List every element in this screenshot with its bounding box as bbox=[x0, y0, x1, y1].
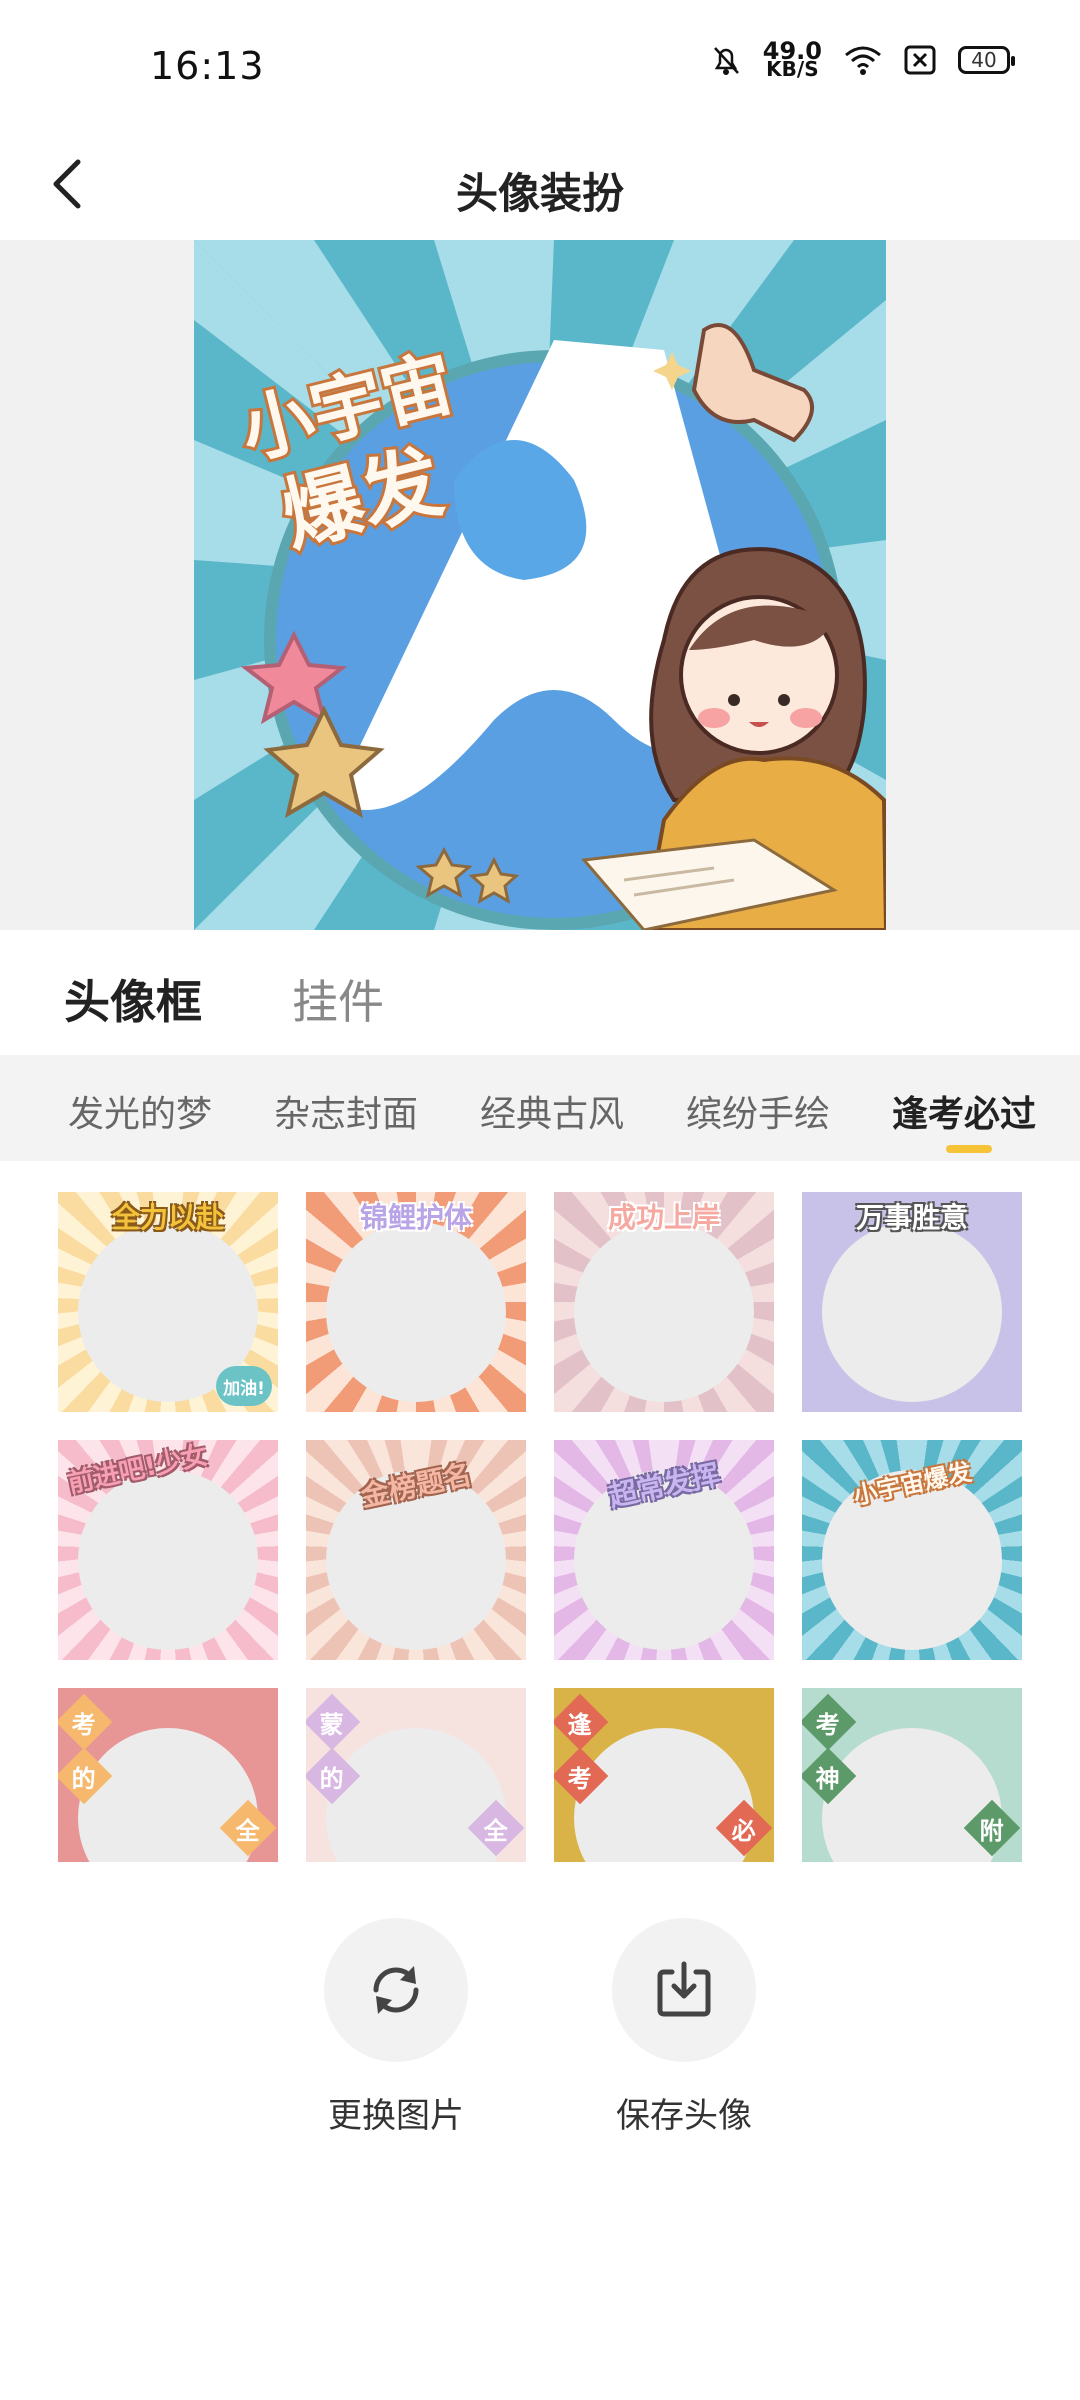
frame-char: 逢 bbox=[568, 1710, 592, 1739]
frame-item[interactable]: 考 神 附 bbox=[802, 1688, 1022, 1862]
frame-item[interactable]: 全力以赴 加油! bbox=[58, 1192, 278, 1412]
save-avatar-circle[interactable] bbox=[612, 1918, 756, 2062]
frame-item[interactable]: 锦鲤护体 bbox=[306, 1192, 526, 1412]
frame-char: 蒙 bbox=[320, 1710, 344, 1739]
download-icon bbox=[657, 1961, 711, 2017]
avatar-preview-area: 小宇宙 爆发 bbox=[0, 240, 1080, 930]
avatar-preview: 小宇宙 爆发 bbox=[194, 240, 886, 930]
tab-avatar-frame[interactable]: 头像框 bbox=[64, 966, 202, 1032]
tab-pendant[interactable]: 挂件 bbox=[292, 966, 384, 1032]
frame-item[interactable]: 成功上岸 bbox=[554, 1192, 774, 1412]
network-speed: 49.0 KB/S bbox=[762, 37, 822, 81]
frame-item[interactable]: 小宇宙爆发 bbox=[802, 1440, 1022, 1660]
status-time: 16:13 bbox=[150, 44, 265, 88]
change-image-circle[interactable] bbox=[324, 1918, 468, 2062]
page-title: 头像装扮 bbox=[455, 169, 624, 218]
refresh-icon bbox=[373, 1966, 419, 2014]
sim-off-icon bbox=[904, 45, 936, 75]
category-colorful-hand-drawn[interactable]: 缤纷手绘 bbox=[686, 1085, 830, 1137]
frame-char: 的 bbox=[320, 1764, 344, 1793]
frame-item[interactable]: 金榜题名 bbox=[306, 1440, 526, 1660]
frame-char: 附 bbox=[980, 1816, 1004, 1845]
wifi-icon bbox=[845, 46, 881, 75]
frame-item[interactable]: 超常发挥 bbox=[554, 1440, 774, 1660]
frame-item[interactable]: 前进吧!少女 bbox=[58, 1440, 278, 1660]
category-selected-indicator bbox=[946, 1145, 992, 1153]
category-glowing-dream[interactable]: 发光的梦 bbox=[68, 1085, 212, 1137]
frame-item[interactable]: 万事胜意 bbox=[802, 1192, 1022, 1412]
status-bar: 16:13 49.0 KB/S 40 bbox=[0, 0, 1080, 130]
frame-item[interactable]: 逢 考 必 bbox=[554, 1688, 774, 1862]
frame-char: 考 bbox=[568, 1764, 592, 1793]
frame-char: 全 bbox=[236, 1816, 260, 1845]
battery-indicator: 40 bbox=[958, 46, 1015, 74]
frame-label: 成功上岸 bbox=[607, 1201, 720, 1234]
frame-char: 考 bbox=[816, 1710, 840, 1739]
frame-item[interactable]: 考 的 全 bbox=[58, 1688, 278, 1862]
frame-char: 必 bbox=[732, 1816, 756, 1845]
avatar-preview-image: 小宇宙 爆发 bbox=[194, 240, 886, 930]
frame-item[interactable]: 蒙 的 全 bbox=[306, 1688, 526, 1862]
frame-label: 锦鲤护体 bbox=[359, 1201, 472, 1234]
frame-label: 全力以赴 bbox=[111, 1201, 224, 1234]
category-exam-pass[interactable]: 逢考必过 bbox=[892, 1085, 1036, 1137]
bottom-actions: 更换图片 保存头像 bbox=[0, 1862, 1080, 2136]
category-bar: 发光的梦 杂志封面 经典古风 缤纷手绘 逢考必过 bbox=[0, 1055, 1080, 1161]
category-classic-ancient[interactable]: 经典古风 bbox=[480, 1085, 624, 1137]
top-app-bar: 头像装扮 bbox=[0, 130, 1080, 240]
category-magazine-cover[interactable]: 杂志封面 bbox=[274, 1085, 418, 1137]
change-image-label: 更换图片 bbox=[328, 2096, 464, 2136]
frame-badge: 加油! bbox=[216, 1366, 272, 1406]
frame-char: 神 bbox=[816, 1764, 840, 1793]
frame-grid: 全力以赴 加油! 锦鲤护体 成功上岸 万事胜意 前进吧!少女 金榜题名 超常发挥… bbox=[0, 1162, 1080, 1862]
save-avatar-label: 保存头像 bbox=[616, 2096, 752, 2136]
decoration-tabs: 头像框 挂件 bbox=[0, 930, 1080, 1055]
save-avatar-button[interactable]: 保存头像 bbox=[612, 1918, 756, 2137]
mute-bell-icon bbox=[713, 47, 739, 75]
frame-char: 的 bbox=[72, 1764, 96, 1793]
status-icons: 49.0 KB/S 40 bbox=[711, 37, 1015, 81]
frame-label: 万事胜意 bbox=[855, 1201, 968, 1234]
change-image-button[interactable]: 更换图片 bbox=[324, 1918, 468, 2137]
frame-char: 全 bbox=[484, 1816, 508, 1845]
frame-char: 考 bbox=[72, 1710, 96, 1739]
